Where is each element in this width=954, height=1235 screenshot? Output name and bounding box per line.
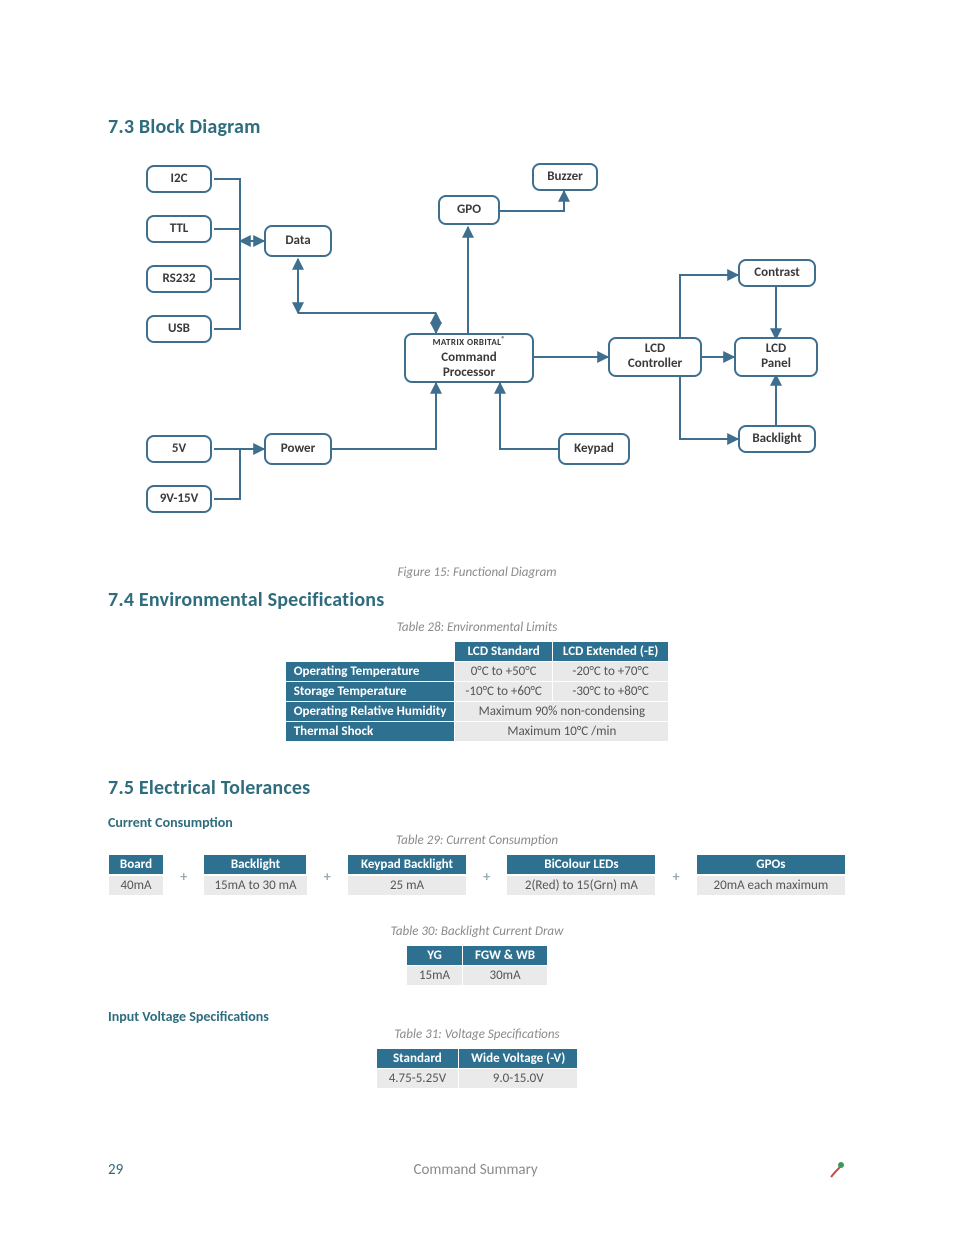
bl-val-0: 15mA — [406, 966, 462, 986]
bl-col-0: YG — [406, 946, 462, 966]
voltage-table: Standard Wide Voltage (-V) 4.75-5.25V 9.… — [376, 1048, 579, 1089]
cc-val-4: 20mA each maximum — [696, 875, 846, 896]
bl-col-1: FGW & WB — [463, 946, 548, 966]
cc-block-4: GPOs 20mA each maximum — [696, 854, 846, 896]
node-ttl: TTL — [146, 215, 212, 243]
node-5v: 5V — [146, 435, 212, 463]
env-row-1-c1: -10°C to +60°C — [455, 682, 552, 702]
node-contrast: Contrast — [738, 259, 816, 287]
env-row-2-label: Operating Relative Humidity — [285, 702, 455, 722]
plus-icon: + — [479, 854, 494, 885]
page-number: 29 — [108, 1161, 123, 1179]
heading-env-spec: 7.4 Environmental Specifications — [108, 588, 846, 612]
cc-val-2: 25 mA — [347, 875, 467, 896]
cc-head-0: Board — [108, 854, 164, 875]
node-lcd-panel: LCD Panel — [734, 337, 818, 377]
node-buzzer: Buzzer — [532, 163, 598, 191]
block-diagram: I2C TTL RS232 USB 5V 9V-15V Data Power G… — [140, 147, 846, 547]
page: 7.3 Block Diagram — [0, 0, 954, 1235]
backlight-caption: Table 30: Backlight Current Draw — [108, 924, 846, 939]
lcd-controller-l2: Controller — [628, 357, 682, 372]
plus-icon: + — [669, 854, 684, 885]
node-usb: USB — [146, 315, 212, 343]
node-i2c: I2C — [146, 165, 212, 193]
cc-head-2: Keypad Backlight — [347, 854, 467, 875]
node-9-15v: 9V-15V — [146, 485, 212, 513]
diagram-canvas: I2C TTL RS232 USB 5V 9V-15V Data Power G… — [140, 147, 840, 547]
cc-head-1: Backlight — [203, 854, 307, 875]
plus-icon: + — [176, 854, 191, 885]
env-row-0-c1: 0°C to +50°C — [455, 662, 552, 682]
footer-title: Command Summary — [123, 1161, 828, 1179]
table-row: Operating Temperature 0°C to +50°C -20°C… — [285, 662, 669, 682]
backlight-table: YG FGW & WB 15mA 30mA — [406, 945, 548, 986]
lcd-panel-l2: Panel — [761, 357, 791, 372]
node-power: Power — [264, 433, 332, 465]
consumption-row: Board 40mA + Backlight 15mA to 30 mA + K… — [108, 854, 846, 896]
env-col-ext: LCD Extended (-E) — [552, 642, 668, 662]
lcd-panel-l1: LCD — [766, 342, 786, 357]
brand-text: MATRIX ORBITAL — [433, 337, 502, 348]
page-footer: 29 Command Summary — [108, 1161, 846, 1179]
node-rs232: RS232 — [146, 265, 212, 293]
cc-block-1: Backlight 15mA to 30 mA — [203, 854, 307, 896]
node-processor: MATRIX ORBITAL® Command Processor — [404, 333, 534, 383]
env-col-std: LCD Standard — [455, 642, 552, 662]
cc-block-2: Keypad Backlight 25 mA — [347, 854, 467, 896]
cc-block-0: Board 40mA — [108, 854, 164, 896]
sub-current-consumption: Current Consumption — [108, 814, 846, 831]
env-row-2-span: Maximum 90% non-condensing — [455, 702, 669, 722]
cc-val-3: 2(Red) to 15(Grn) mA — [506, 875, 656, 896]
v-val-0: 4.75-5.25V — [376, 1069, 458, 1089]
lcd-controller-l1: LCD — [645, 342, 665, 357]
table-row: 15mA 30mA — [406, 966, 547, 986]
table-row: YG FGW & WB — [406, 946, 547, 966]
table-row: 4.75-5.25V 9.0-15.0V — [376, 1069, 578, 1089]
env-row-1-label: Storage Temperature — [285, 682, 455, 702]
footer-logo-icon — [828, 1161, 846, 1179]
env-table-caption: Table 28: Environmental Limits — [108, 620, 846, 635]
env-row-1-c2: -30°C to +80°C — [552, 682, 668, 702]
env-row-3-label: Thermal Shock — [285, 722, 455, 742]
v-col-1: Wide Voltage (-V) — [459, 1049, 578, 1069]
processor-l1: Command — [441, 351, 496, 366]
v-val-1: 9.0-15.0V — [459, 1069, 578, 1089]
cc-val-1: 15mA to 30 mA — [203, 875, 307, 896]
bl-val-1: 30mA — [463, 966, 548, 986]
table-row: Standard Wide Voltage (-V) — [376, 1049, 578, 1069]
cc-caption: Table 29: Current Consumption — [108, 833, 846, 848]
processor-l2: Processor — [443, 366, 495, 381]
heading-elec-tol: 7.5 Electrical Tolerances — [108, 776, 846, 800]
table-row: Thermal Shock Maximum 10°C /min — [285, 722, 669, 742]
env-header-row: LCD Standard LCD Extended (-E) — [285, 642, 669, 662]
cc-head-3: BiColour LEDs — [506, 854, 656, 875]
env-row-0-c2: -20°C to +70°C — [552, 662, 668, 682]
node-keypad: Keypad — [558, 433, 630, 465]
processor-brand: MATRIX ORBITAL® — [433, 335, 506, 348]
heading-block-diagram: 7.3 Block Diagram — [108, 115, 846, 139]
sub-input-voltage: Input Voltage Specifications — [108, 1008, 846, 1025]
node-gpo: GPO — [438, 195, 500, 225]
v-col-0: Standard — [376, 1049, 458, 1069]
table-row: Operating Relative Humidity Maximum 90% … — [285, 702, 669, 722]
voltage-caption: Table 31: Voltage Specifications — [108, 1027, 846, 1042]
cc-head-4: GPOs — [696, 854, 846, 875]
table-row: Storage Temperature -10°C to +60°C -30°C… — [285, 682, 669, 702]
env-row-3-span: Maximum 10°C /min — [455, 722, 669, 742]
blank-cell — [285, 642, 455, 662]
env-row-0-label: Operating Temperature — [285, 662, 455, 682]
figure-caption: Figure 15: Functional Diagram — [108, 565, 846, 580]
cc-block-3: BiColour LEDs 2(Red) to 15(Grn) mA — [506, 854, 656, 896]
node-data: Data — [264, 225, 332, 257]
node-backlight: Backlight — [738, 425, 816, 453]
cc-val-0: 40mA — [108, 875, 164, 896]
env-table: LCD Standard LCD Extended (-E) Operating… — [285, 641, 670, 742]
plus-icon: + — [320, 854, 335, 885]
node-lcd-controller: LCD Controller — [608, 337, 702, 377]
